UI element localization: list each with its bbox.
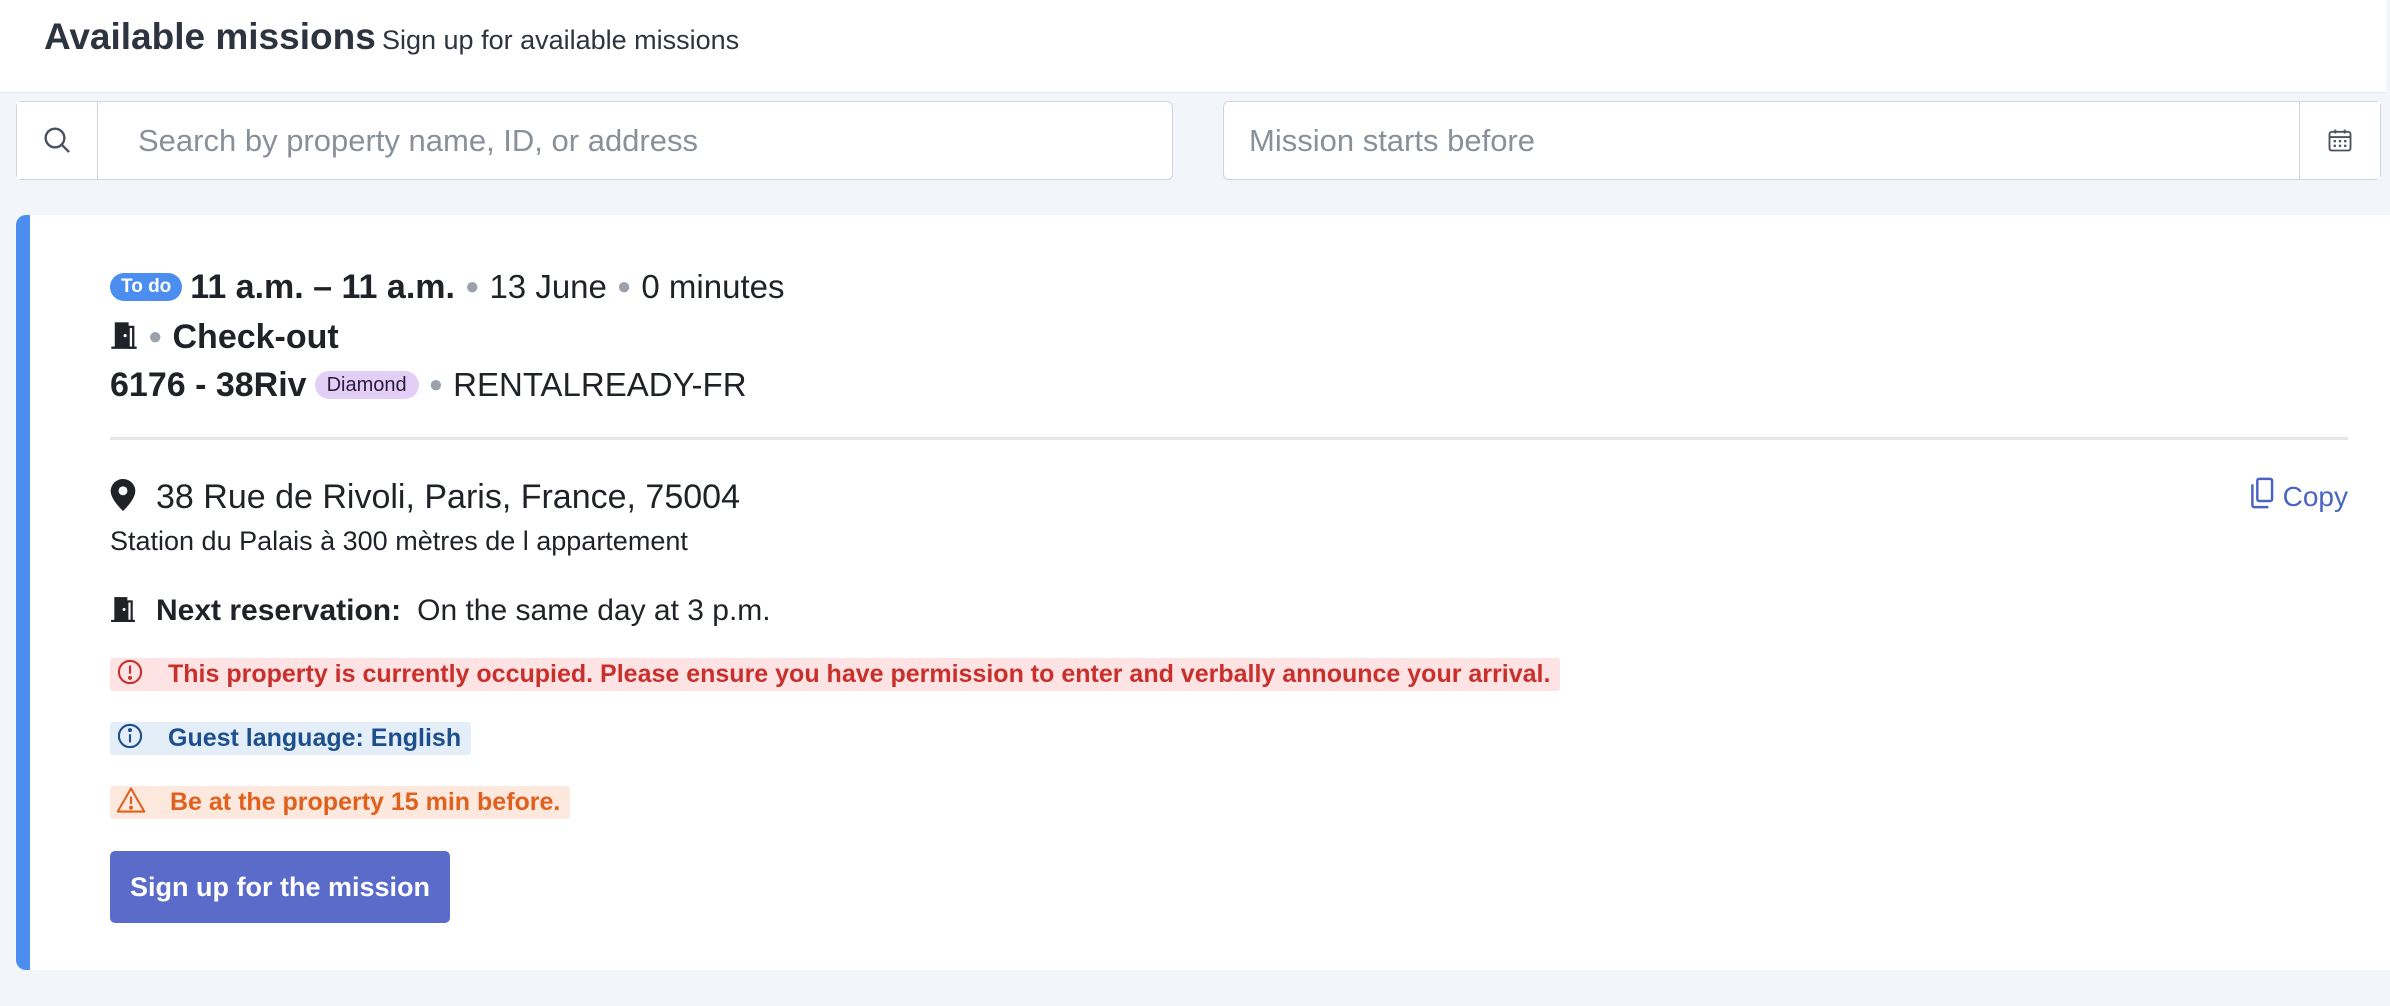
- early-arrival-text: Be at the property 15 min before.: [170, 788, 561, 816]
- mission-date: 13 June: [489, 268, 607, 305]
- property-name: 6176 - 38Riv: [110, 365, 307, 404]
- language-info-text: Guest language: English: [168, 724, 462, 752]
- mission-schedule: To do 11 a.m. – 11 a.m. ● 13 June ● 0 mi…: [110, 265, 784, 309]
- warning-icon: [116, 786, 146, 819]
- occupied-alert-text: This property is currently occupied. Ple…: [168, 660, 1551, 688]
- calendar-icon[interactable]: [2299, 102, 2380, 179]
- door-icon: [110, 594, 136, 629]
- separator-dot: ●: [428, 371, 444, 398]
- alert-circle-icon: [116, 658, 144, 691]
- status-badge: To do: [110, 273, 183, 301]
- property-row: 6176 - 38Riv Diamond ● RENTALREADY-FR: [110, 363, 747, 407]
- mission-type-row: ● Check-out: [110, 315, 339, 359]
- search-field: [16, 101, 1173, 180]
- page-header: Available missions Sign up for available…: [0, 0, 2386, 93]
- language-info: Guest language: English: [110, 722, 472, 755]
- address-row: 38 Rue de Rivoli, Paris, France, 75004: [110, 475, 740, 519]
- mission-time-range: 11 a.m. – 11 a.m.: [190, 267, 455, 306]
- info-icon: [116, 722, 144, 755]
- next-reservation-row: Next reservation: On the same day at 3 p…: [110, 589, 771, 633]
- property-address: 38 Rue de Rivoli, Paris, France, 75004: [156, 477, 740, 516]
- location-pin-icon: [110, 478, 136, 516]
- separator-dot: ●: [148, 323, 163, 350]
- mission-type: Check-out: [172, 317, 339, 356]
- mission-duration: 0 minutes: [641, 268, 785, 305]
- copy-address-button[interactable]: Copy: [2247, 477, 2348, 516]
- tier-badge: Diamond: [314, 371, 419, 399]
- search-input[interactable]: [98, 102, 1168, 179]
- divider: [110, 437, 2348, 440]
- date-filter: [1223, 101, 2381, 180]
- occupied-alert: This property is currently occupied. Ple…: [110, 658, 1561, 691]
- copy-label: Copy: [2282, 480, 2348, 512]
- page-subtitle: Sign up for available missions: [382, 25, 740, 55]
- search-icon: [17, 102, 98, 179]
- door-icon: [110, 320, 138, 355]
- separator-dot: ●: [464, 273, 480, 300]
- address-note: Station du Palais à 300 mètres de l appa…: [110, 526, 688, 556]
- mission-start-date-input[interactable]: [1224, 102, 2299, 179]
- page-title: Available missions: [44, 16, 376, 57]
- separator-dot: ●: [616, 273, 632, 300]
- mission-card: To do 11 a.m. – 11 a.m. ● 13 June ● 0 mi…: [16, 215, 2390, 970]
- copy-icon: [2247, 477, 2283, 516]
- next-reservation-value: On the same day at 3 p.m.: [417, 594, 771, 627]
- next-reservation-label: Next reservation:: [156, 594, 402, 627]
- sign-up-mission-button[interactable]: Sign up for the mission: [110, 851, 450, 923]
- account-name: RENTALREADY-FR: [453, 366, 747, 403]
- early-arrival-warning: Be at the property 15 min before.: [110, 786, 571, 819]
